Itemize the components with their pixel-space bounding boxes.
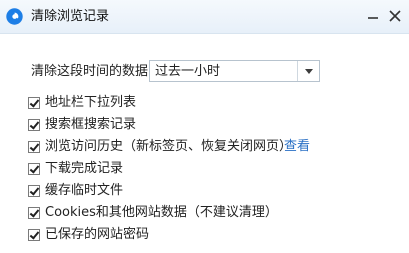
option-label: 缓存临时文件: [45, 183, 124, 198]
checkbox[interactable]: [28, 229, 40, 241]
option-label: Cookies和其他网站数据（不建议清理）: [45, 205, 278, 220]
time-range-label: 清除这段时间的数据：: [31, 64, 162, 79]
checkbox[interactable]: [28, 185, 40, 197]
option-download-history[interactable]: 下载完成记录: [28, 158, 388, 180]
option-address-bar-dropdown[interactable]: 地址栏下拉列表: [28, 92, 388, 114]
minimize-icon: [368, 17, 378, 19]
option-search-box-history[interactable]: 搜索框搜索记录: [28, 114, 388, 136]
dialog-title: 清除浏览记录: [31, 9, 110, 24]
option-cache-temp-files[interactable]: 缓存临时文件: [28, 180, 388, 202]
time-range-row: 清除这段时间的数据： 过去一小时: [31, 60, 320, 84]
option-label: 已保存的网站密码: [45, 227, 150, 242]
checkbox[interactable]: [28, 163, 40, 175]
browser-app-icon: [6, 8, 23, 25]
time-range-select[interactable]: 过去一小时: [149, 60, 320, 82]
checkbox[interactable]: [28, 119, 40, 131]
checkbox[interactable]: [28, 207, 40, 219]
dialog-content: 清除这段时间的数据： 过去一小时 地址栏下拉列表 搜索框搜索记录 浏览访问历史（…: [0, 34, 409, 253]
option-saved-passwords[interactable]: 已保存的网站密码: [28, 224, 388, 246]
option-label: 浏览访问历史（新标签页、恢复关闭网页）: [45, 139, 293, 154]
close-button[interactable]: [384, 6, 406, 26]
checkbox[interactable]: [28, 97, 40, 109]
option-label: 下载完成记录: [45, 161, 124, 176]
option-label: 搜索框搜索记录: [45, 117, 137, 132]
time-range-selected-value: 过去一小时: [155, 64, 221, 79]
close-icon: [389, 10, 401, 22]
minimize-button[interactable]: [362, 6, 384, 26]
option-browsing-history[interactable]: 浏览访问历史（新标签页、恢复关闭网页） 查看: [28, 136, 388, 158]
option-label: 地址栏下拉列表: [45, 95, 137, 110]
dropdown-button[interactable]: [297, 61, 319, 81]
clear-browsing-data-dialog: 清除浏览记录 清除这段时间的数据： 过去一小时 地址栏下拉列表 搜索框搜索记录 …: [0, 0, 409, 253]
chevron-down-icon: [305, 69, 313, 74]
title-bar: 清除浏览记录: [0, 0, 409, 34]
checkbox[interactable]: [28, 141, 40, 153]
view-history-link[interactable]: 查看: [284, 137, 310, 157]
clear-options-list: 地址栏下拉列表 搜索框搜索记录 浏览访问历史（新标签页、恢复关闭网页） 查看 下…: [28, 92, 388, 246]
option-cookies-site-data[interactable]: Cookies和其他网站数据（不建议清理）: [28, 202, 388, 224]
